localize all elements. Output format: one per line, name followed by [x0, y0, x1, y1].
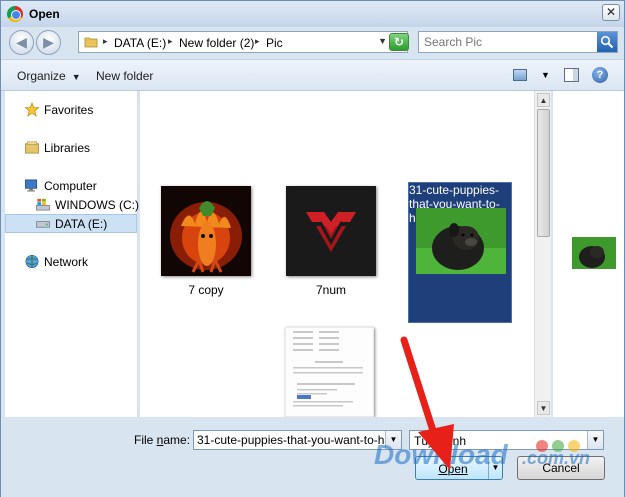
computer-icon	[25, 179, 38, 192]
scroll-thumb[interactable]	[537, 109, 550, 237]
file-type-select[interactable]: Tùy chỉnh ▼	[409, 430, 604, 450]
command-bar: Organize ▼ New folder ▼ ?	[1, 59, 624, 91]
help-icon[interactable]: ?	[592, 67, 608, 83]
address-row: ◀ ▶ ▸ DATA (E:) ▸ New folder (2) ▸ Pic ▼…	[1, 27, 624, 59]
chevron-down-icon: ▼	[71, 72, 81, 82]
close-button[interactable]: ✕	[602, 4, 620, 21]
back-button[interactable]: ◀	[9, 30, 34, 55]
breadcrumb-separator[interactable]: ▸	[103, 36, 108, 47]
sidebar-item-label: WINDOWS (C:)	[55, 198, 139, 212]
file-item-name: 7 copy	[188, 283, 224, 297]
open-button-label: Open	[438, 462, 468, 476]
breadcrumb-pic[interactable]: Pic	[266, 36, 283, 50]
search-input[interactable]	[419, 32, 597, 52]
organize-label: Organize	[17, 69, 66, 83]
organize-button[interactable]: Organize ▼	[17, 69, 81, 83]
search-icon	[600, 35, 614, 49]
refresh-button[interactable]: ↻	[389, 33, 409, 51]
file-name-dropdown-button[interactable]: ▼	[385, 431, 401, 449]
sidebar-item-libraries[interactable]: Libraries	[24, 139, 134, 157]
sidebar-item-label: Network	[44, 255, 89, 269]
star-icon	[24, 102, 40, 117]
sidebar-item-favorites[interactable]: Favorites	[24, 101, 134, 119]
open-dialog: Open ✕ ◀ ▶ ▸ DATA (E:) ▸ New folder (2) …	[0, 0, 625, 497]
forward-button[interactable]: ▶	[36, 30, 61, 55]
navigation-pane: Favorites Libraries Computer WINDOWS (C:…	[5, 91, 139, 417]
cancel-button[interactable]: Cancel	[517, 456, 605, 480]
scroll-down-button[interactable]: ▼	[537, 401, 550, 415]
file-item-31-cute-puppies[interactable]: 31-cute-puppies-that-you-want-to-hug-31	[408, 182, 512, 323]
chrome-icon	[7, 6, 23, 22]
drive-icon	[36, 221, 50, 228]
change-view-icon[interactable]	[513, 69, 527, 81]
sidebar-item-label: Computer	[44, 179, 97, 193]
network-icon	[25, 255, 39, 268]
sidebar-item-data-e[interactable]: DATA (E:)	[5, 214, 137, 233]
preview-pane	[552, 91, 624, 417]
breadcrumb-separator[interactable]: ▸	[255, 36, 260, 47]
file-thumbnail	[161, 186, 251, 276]
sidebar-item-label: Favorites	[44, 103, 94, 117]
open-options-chevron-icon[interactable]: ▼	[488, 457, 502, 479]
library-icon	[25, 141, 39, 154]
scroll-up-button[interactable]: ▲	[537, 93, 550, 107]
title-bar: Open ✕	[1, 1, 624, 27]
sidebar-item-label: DATA (E:)	[55, 217, 108, 231]
sidebar-item-computer[interactable]: Computer	[24, 177, 134, 195]
folder-icon	[84, 37, 98, 48]
sidebar-item-label: Libraries	[44, 141, 91, 155]
open-button[interactable]: Open ▼	[415, 456, 503, 480]
new-folder-button[interactable]: New folder	[96, 69, 153, 83]
sidebar-item-windows-c[interactable]: WINDOWS (C:)	[35, 196, 139, 214]
file-name-combobox: ▼	[193, 430, 402, 450]
file-thumbnail	[416, 208, 506, 274]
document-thumbnail	[285, 327, 374, 417]
row-above-remnant	[199, 165, 213, 171]
breadcrumb-separator[interactable]: ▸	[168, 36, 173, 47]
file-list[interactable]: 7 copy 7num 31-cute-puppies-that-you-wan…	[140, 91, 534, 417]
search-button[interactable]	[597, 32, 617, 52]
windows-drive-icon	[36, 198, 50, 211]
view-options-chevron-icon[interactable]: ▼	[541, 70, 550, 80]
search-box	[418, 31, 618, 53]
address-bar[interactable]: ▸ DATA (E:) ▸ New folder (2) ▸ Pic ▼	[78, 31, 408, 53]
file-item-name: 7num	[315, 283, 347, 297]
file-thumbnail	[286, 186, 376, 276]
file-type-value: Tùy chỉnh	[414, 434, 467, 448]
preview-pane-icon[interactable]	[564, 68, 579, 82]
vertical-scrollbar[interactable]: ▲ ▼	[534, 91, 551, 417]
sidebar-item-network[interactable]: Network	[24, 253, 134, 271]
address-dropdown-icon[interactable]: ▼	[378, 36, 387, 46]
window-title: Open	[29, 7, 60, 21]
breadcrumb-new-folder-2[interactable]: New folder (2)	[179, 36, 254, 50]
dialog-footer: File name: ▼ Tùy chỉnh ▼ Open ▼ Cancel	[1, 417, 624, 497]
file-type-dropdown-button[interactable]: ▼	[587, 431, 603, 449]
preview-image	[572, 237, 616, 269]
breadcrumb-data-drive[interactable]: DATA (E:)	[114, 36, 166, 50]
file-name-input[interactable]	[194, 431, 384, 449]
file-name-label: File name:	[134, 433, 191, 447]
